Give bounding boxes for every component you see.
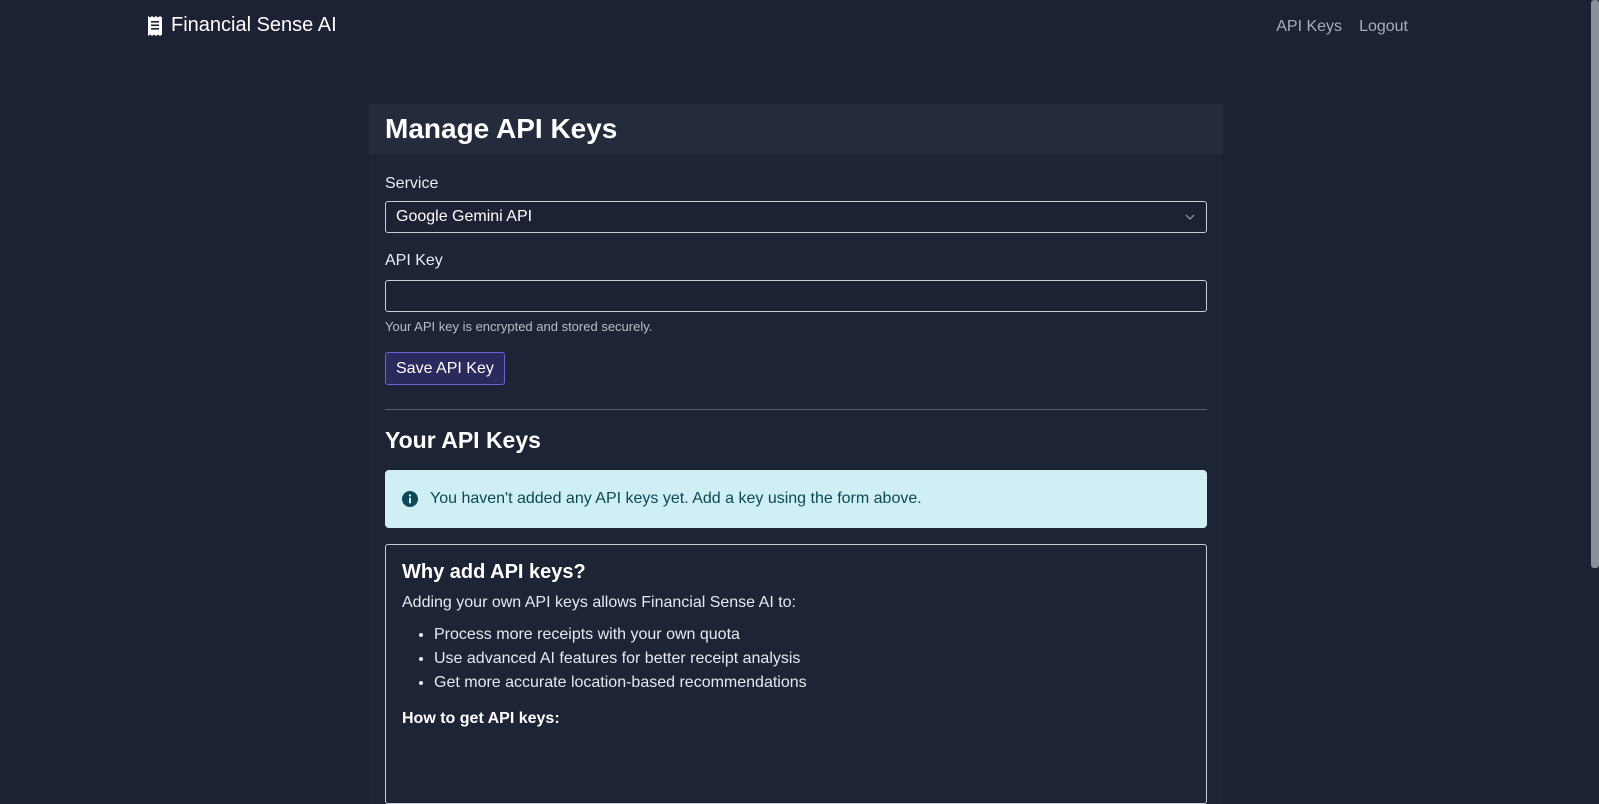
page-scrollbar[interactable] bbox=[1591, 0, 1599, 760]
how-to-get-keys-heading: How to get API keys: bbox=[402, 710, 560, 727]
receipt-icon bbox=[148, 15, 162, 36]
nav-link-logout[interactable]: Logout bbox=[1359, 18, 1408, 36]
chevron-down-icon bbox=[1185, 214, 1195, 220]
service-select-value: Google Gemini API bbox=[396, 208, 533, 225]
list-item: Use advanced AI features for better rece… bbox=[434, 650, 1190, 668]
list-item: Get more accurate location-based recomme… bbox=[434, 674, 1190, 692]
nav-links: API Keys Logout bbox=[1276, 18, 1408, 36]
api-key-label: API Key bbox=[385, 252, 443, 269]
why-add-keys-box: Why add API keys? Adding your own API ke… bbox=[385, 544, 1207, 804]
no-keys-alert: You haven't added any API keys yet. Add … bbox=[385, 470, 1207, 528]
brand-name: Financial Sense AI bbox=[171, 14, 337, 36]
benefits-list: Process more receipts with your own quot… bbox=[402, 626, 1190, 692]
save-api-key-button[interactable]: Save API Key bbox=[385, 352, 505, 385]
why-add-keys-intro: Adding your own API keys allows Financia… bbox=[402, 594, 796, 611]
info-circle-icon bbox=[402, 491, 418, 507]
list-item: Process more receipts with your own quot… bbox=[434, 626, 1190, 644]
divider bbox=[385, 409, 1207, 410]
scrollbar-thumb[interactable] bbox=[1591, 0, 1599, 568]
brand-link[interactable]: Financial Sense AI bbox=[147, 14, 337, 37]
api-keys-card: Manage API Keys Service Google Gemini AP… bbox=[369, 104, 1223, 804]
no-keys-message: You haven't added any API keys yet. Add … bbox=[430, 490, 922, 507]
card-header: Manage API Keys bbox=[369, 104, 1223, 154]
api-key-help-text: Your API key is encrypted and stored sec… bbox=[385, 319, 653, 334]
page-title: Manage API Keys bbox=[385, 113, 618, 144]
card-body: Service Google Gemini API API Key Your A… bbox=[369, 175, 1223, 804]
service-select[interactable]: Google Gemini API bbox=[385, 201, 1207, 233]
navbar: Financial Sense AI API Keys Logout bbox=[0, 0, 1599, 56]
api-key-input[interactable] bbox=[385, 280, 1207, 312]
your-api-keys-heading: Your API Keys bbox=[385, 427, 541, 453]
service-label: Service bbox=[385, 175, 439, 192]
why-add-keys-heading: Why add API keys? bbox=[402, 561, 586, 583]
nav-link-api-keys[interactable]: API Keys bbox=[1276, 18, 1342, 36]
